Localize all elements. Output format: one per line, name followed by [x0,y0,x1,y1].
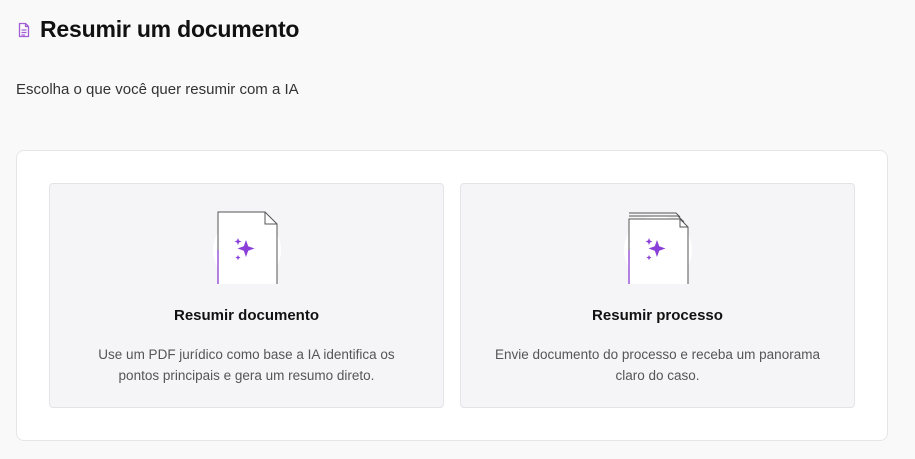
page-subtitle: Escolha o que você quer resumir com a IA [16,81,299,98]
summarize-document-card[interactable]: Resumir documento Use um PDF jurídico co… [49,183,444,408]
stacked-documents-sparkle-icon [623,212,692,284]
document-sparkle-icon [212,211,281,284]
document-icon [18,22,30,37]
page-title: Resumir um documento [40,16,300,42]
options-panel: Resumir documento Use um PDF jurídico co… [16,150,888,441]
card-description: Envie documento do processo e receba um … [495,347,820,383]
card-description: Use um PDF jurídico como base a IA ident… [98,347,395,383]
summarize-process-card[interactable]: Resumir processo Envie documento do proc… [460,183,855,408]
card-title: Resumir documento [173,307,320,324]
page-header: Resumir um documento [16,16,299,43]
card-title: Resumir processo [592,307,723,324]
